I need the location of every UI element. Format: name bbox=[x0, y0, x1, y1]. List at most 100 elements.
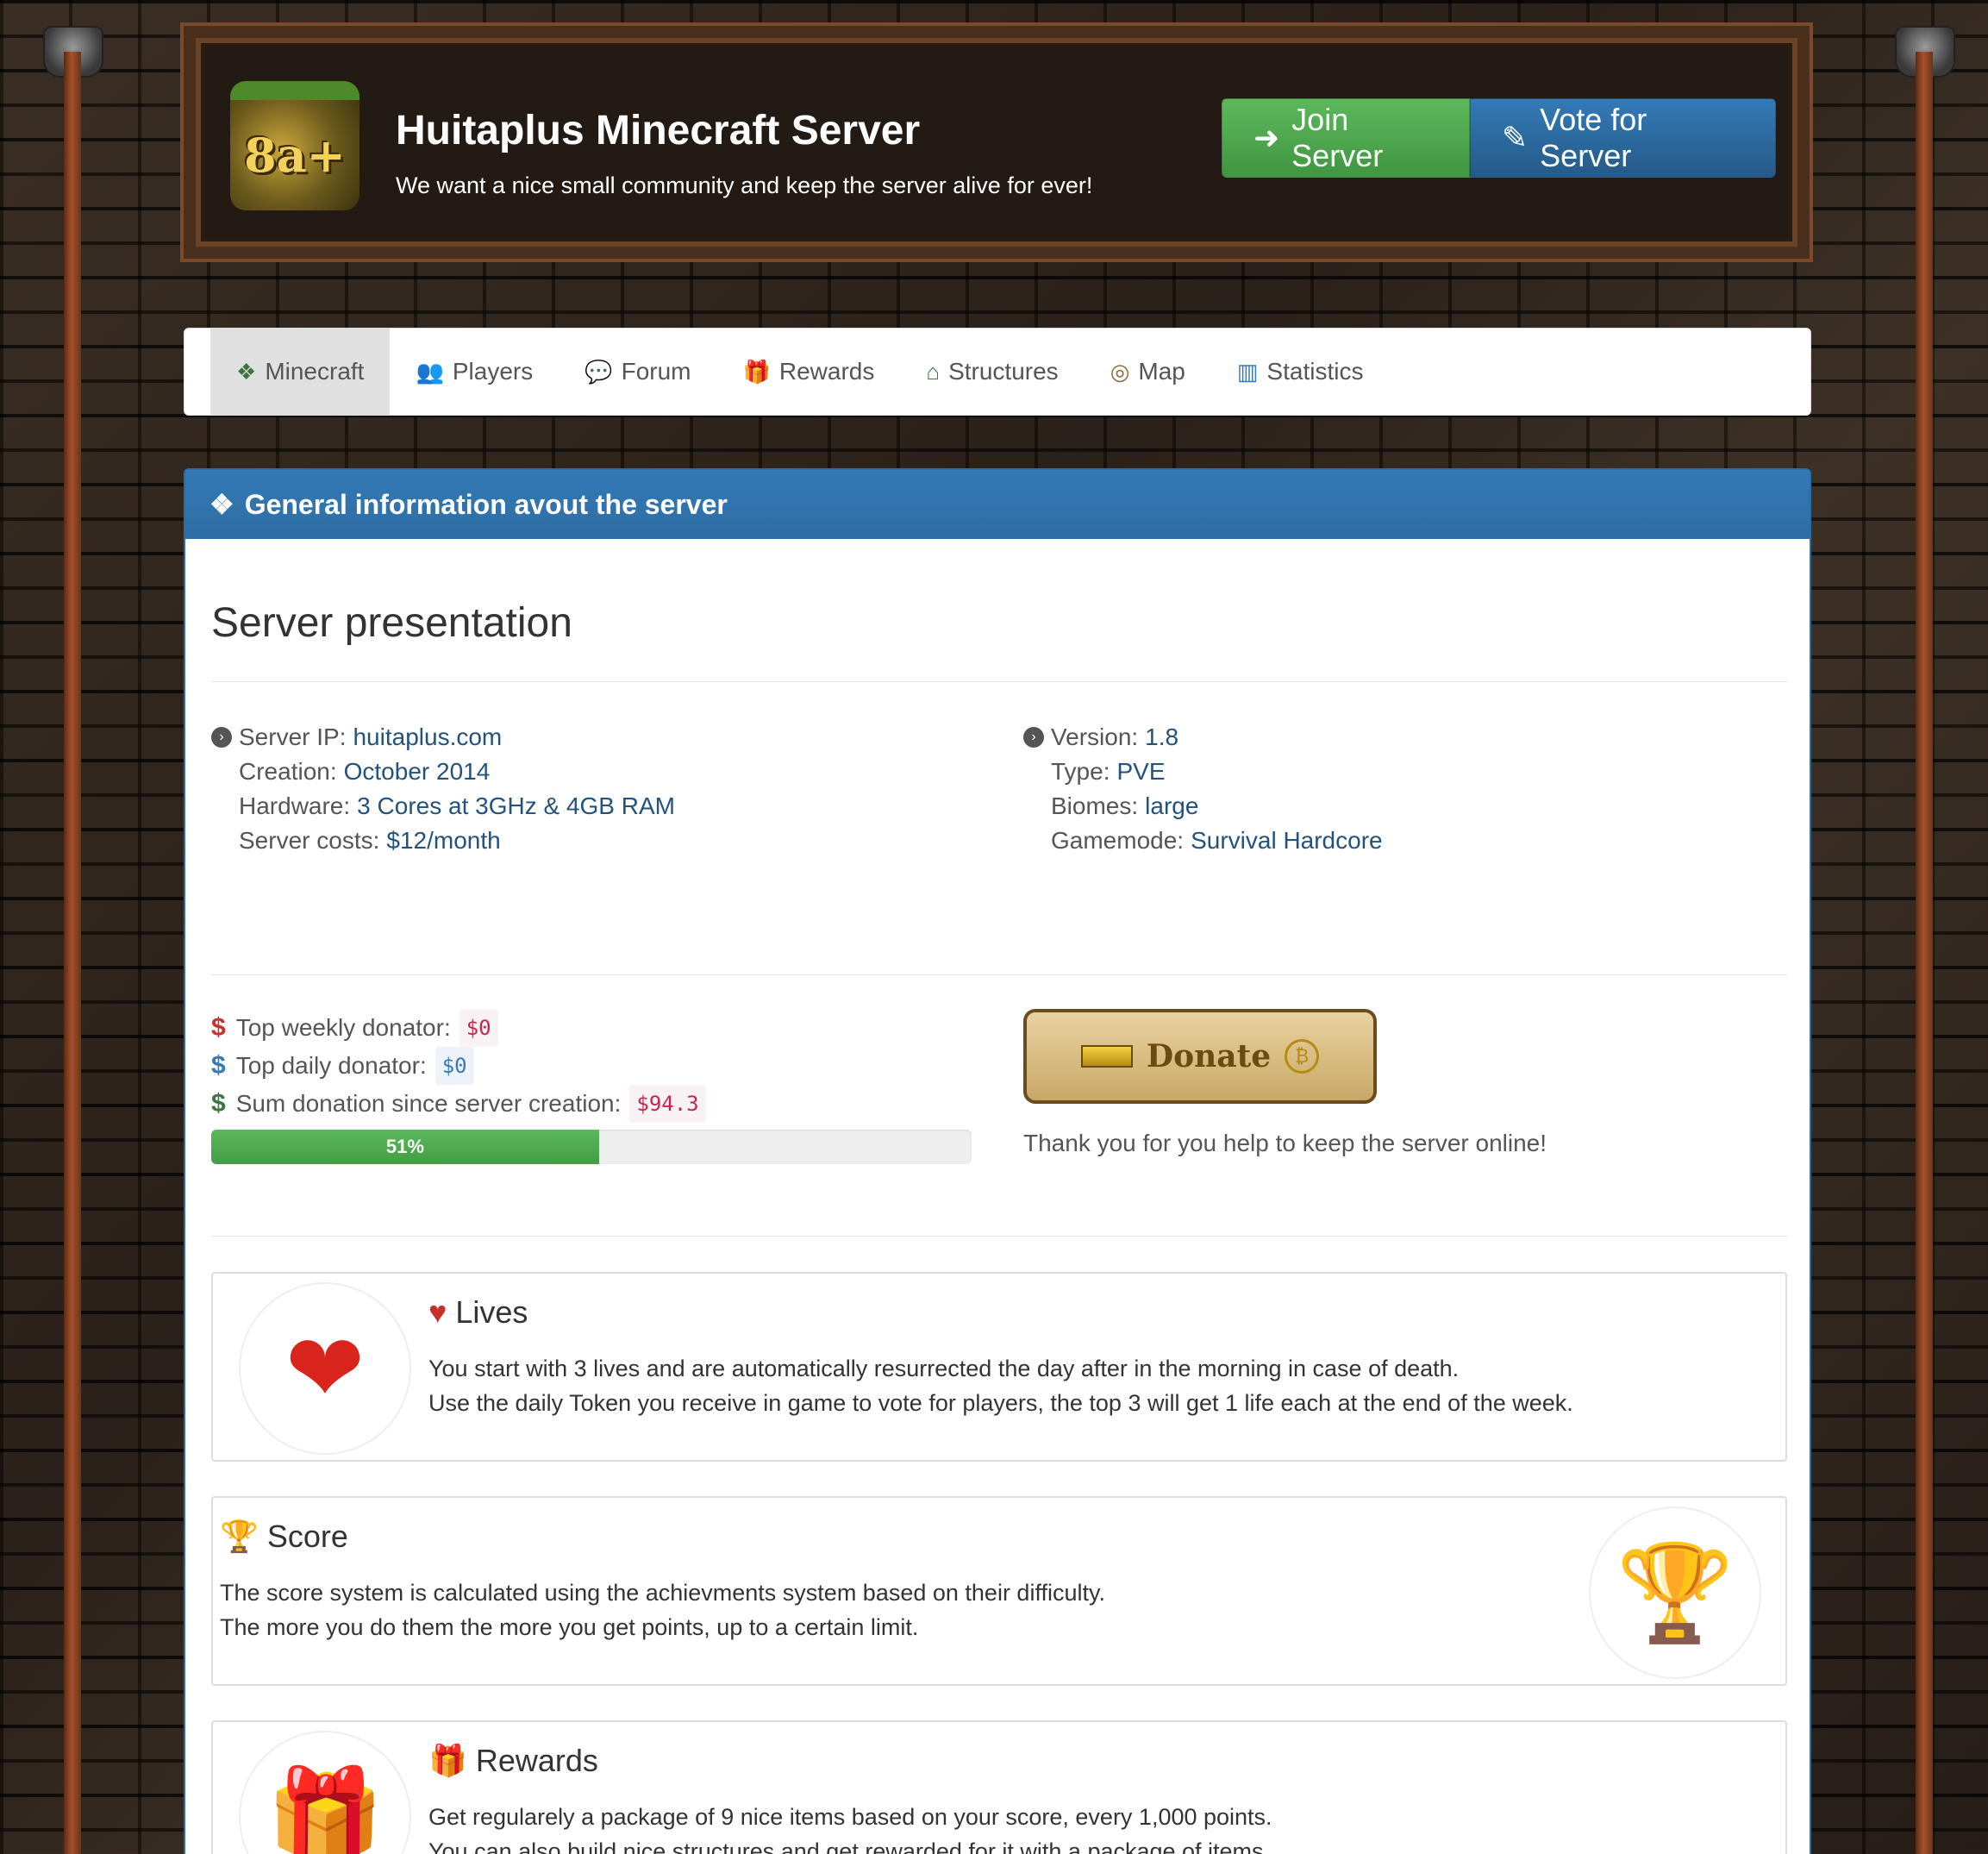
gift-icon: 🎁 bbox=[742, 358, 771, 385]
info-value: 1.8 bbox=[1145, 723, 1179, 750]
nav-label-rewards: Rewards bbox=[778, 358, 875, 385]
site-header: 8a+ Huitaplus Minecraft Server We want a… bbox=[180, 22, 1813, 262]
trophy-image: 🏆 bbox=[1589, 1506, 1761, 1679]
info-label: Type: bbox=[1051, 758, 1110, 785]
info-row-version: › Version: 1.8 bbox=[1023, 720, 1383, 755]
info-row-hardware: Hardware: 3 Cores at 3GHz & 4GB RAM bbox=[211, 789, 675, 824]
chevron-circle-right-icon: › bbox=[211, 727, 232, 748]
weekly-donator-label: Top weekly donator: bbox=[235, 1014, 451, 1041]
nav-label-map: Map bbox=[1138, 358, 1185, 385]
divider bbox=[211, 974, 1787, 975]
vote-server-button[interactable]: ✎ Vote for Server bbox=[1470, 98, 1776, 178]
nav-item-forum[interactable]: 💬 Forum bbox=[559, 329, 716, 415]
sum-donation-row: $ Sum donation since server creation: $9… bbox=[211, 1085, 706, 1123]
info-value: Survival Hardcore bbox=[1191, 827, 1383, 854]
join-server-label: Join Server bbox=[1291, 102, 1384, 173]
nav-label-players: Players bbox=[452, 358, 534, 385]
divider bbox=[211, 681, 1787, 682]
header-buttons: ➜ Join Server ✎ Vote for Server bbox=[1222, 98, 1776, 178]
info-value: October 2014 bbox=[343, 758, 491, 785]
site-logo[interactable]: 8a+ bbox=[230, 81, 359, 210]
daily-donator-label: Top daily donator: bbox=[235, 1052, 427, 1079]
nav-label-minecraft: Minecraft bbox=[265, 358, 365, 385]
ticket-icon: ✎ bbox=[1502, 120, 1529, 155]
weekly-donator-row: $ Top weekly donator: $0 bbox=[211, 1009, 706, 1047]
info-row-biomes: Biomes: large bbox=[1023, 789, 1383, 824]
gift-image: 🎁 bbox=[239, 1731, 411, 1854]
feature-rewards: 🎁 🎁 Rewards Get regularely a package of … bbox=[211, 1720, 1787, 1854]
nav-item-rewards[interactable]: 🎁 Rewards bbox=[717, 329, 901, 415]
dollar-icon: $ bbox=[211, 1051, 226, 1080]
heart-icon: ♥ bbox=[428, 1294, 447, 1330]
info-value: PVE bbox=[1116, 758, 1166, 785]
info-value: 3 Cores at 3GHz & 4GB RAM bbox=[357, 792, 675, 819]
feature-text-line: You can also build nice structures and g… bbox=[428, 1838, 1271, 1854]
sum-donation-label: Sum donation since server creation: bbox=[235, 1090, 622, 1117]
nav-label-forum: Forum bbox=[621, 358, 691, 385]
feature-text-line: You start with 3 lives and are automatic… bbox=[428, 1356, 1460, 1381]
info-label: Server IP: bbox=[239, 723, 347, 750]
daily-donator-value: $0 bbox=[434, 1047, 474, 1085]
nav-item-players[interactable]: 👥 Players bbox=[390, 329, 559, 415]
join-server-button[interactable]: ➜ Join Server bbox=[1222, 98, 1470, 178]
info-row-type: Type: PVE bbox=[1023, 755, 1383, 789]
logo-text: 8a+ bbox=[244, 128, 346, 183]
donation-thanks: Thank you for you help to keep the serve… bbox=[1023, 1130, 1547, 1156]
weekly-donator-value: $0 bbox=[459, 1009, 498, 1047]
info-value[interactable]: huitaplus.com bbox=[353, 720, 502, 755]
info-label: Creation: bbox=[239, 758, 337, 785]
info-row-creation: Creation: October 2014 bbox=[211, 755, 675, 789]
info-label: Gamemode: bbox=[1051, 827, 1185, 854]
site-tagline: We want a nice small community and keep … bbox=[396, 172, 1093, 198]
feature-text-line: Use the daily Token you receive in game … bbox=[428, 1390, 1573, 1416]
donation-progress: 51% bbox=[211, 1130, 972, 1164]
main-nav: ❖ Minecraft 👥 Players 💬 Forum 🎁 Rewards … bbox=[184, 328, 1811, 416]
info-label: Biomes: bbox=[1051, 792, 1139, 819]
nav-label-statistics: Statistics bbox=[1266, 358, 1364, 385]
info-row-ip: › Server IP: huitaplus.com bbox=[211, 720, 675, 755]
sum-donation-value: $94.3 bbox=[629, 1085, 706, 1123]
nav-item-map[interactable]: ◎ Map bbox=[1085, 329, 1211, 415]
nav-item-minecraft[interactable]: ❖ Minecraft bbox=[210, 329, 391, 415]
chevron-circle-right-icon: › bbox=[1023, 727, 1044, 748]
feature-title-lives: ♥ Lives bbox=[428, 1294, 528, 1331]
home-icon: ⌂ bbox=[926, 358, 941, 385]
nav-item-statistics[interactable]: ▥ Statistics bbox=[1211, 329, 1390, 415]
site-title[interactable]: Huitaplus Minecraft Server bbox=[396, 107, 920, 154]
divider bbox=[211, 1236, 1787, 1237]
dollar-icon: $ bbox=[211, 1089, 226, 1118]
info-label: Hardware: bbox=[239, 792, 351, 819]
feature-title-label: Score bbox=[266, 1519, 348, 1554]
info-value: $12/month bbox=[386, 827, 501, 854]
general-info-panel: ❖ General information avout the server S… bbox=[184, 468, 1811, 1854]
bar-chart-icon: ▥ bbox=[1236, 358, 1259, 385]
feature-title-label: Rewards bbox=[475, 1743, 598, 1778]
feature-text-line: Get regularely a package of 9 nice items… bbox=[428, 1804, 1272, 1830]
decorative-pole-left bbox=[64, 52, 81, 1854]
sign-in-icon: ➜ bbox=[1253, 120, 1280, 155]
feature-title-label: Lives bbox=[455, 1294, 528, 1330]
feature-text-line: The score system is calculated using the… bbox=[220, 1580, 1105, 1606]
info-row-gamemode: Gamemode: Survival Hardcore bbox=[1023, 824, 1383, 858]
nav-item-structures[interactable]: ⌂ Structures bbox=[900, 329, 1084, 415]
daily-donator-row: $ Top daily donator: $0 bbox=[211, 1047, 706, 1085]
panel-heading: ❖ General information avout the server bbox=[185, 470, 1810, 539]
heart-image: ❤ bbox=[239, 1282, 411, 1455]
progress-label: 51% bbox=[385, 1136, 424, 1157]
donation-progress-bar: 51% bbox=[211, 1130, 599, 1164]
info-value: large bbox=[1145, 792, 1199, 819]
feature-score: 🏆 Score The score system is calculated u… bbox=[211, 1496, 1787, 1686]
info-label: Server costs: bbox=[239, 827, 380, 854]
nav-label-structures: Structures bbox=[948, 358, 1059, 385]
info-label: Version: bbox=[1051, 723, 1139, 750]
cubes-icon: ❖ bbox=[209, 489, 234, 520]
users-icon: 👥 bbox=[416, 358, 444, 385]
donate-button[interactable]: Donate ₿ bbox=[1023, 1009, 1377, 1104]
server-info-left: › Server IP: huitaplus.com Creation: Oct… bbox=[211, 720, 675, 858]
gold-bars-icon bbox=[1080, 1045, 1133, 1068]
feature-title-rewards: 🎁 Rewards bbox=[428, 1743, 598, 1779]
section-title: Server presentation bbox=[211, 600, 572, 646]
compass-icon: ◎ bbox=[1110, 358, 1130, 385]
donate-label: Donate bbox=[1146, 1038, 1272, 1074]
server-info-right: › Version: 1.8 Type: PVE Biomes: large G… bbox=[1023, 720, 1383, 858]
